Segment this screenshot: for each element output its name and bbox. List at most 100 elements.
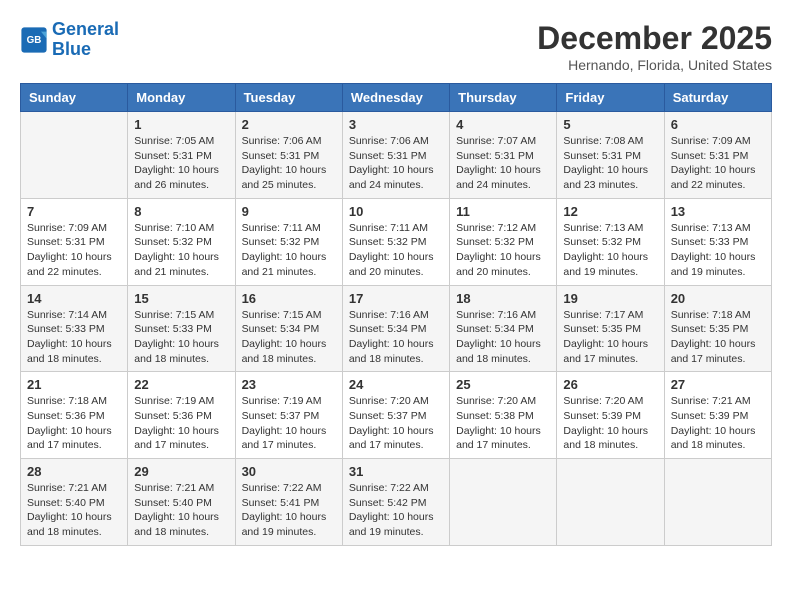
calendar-cell: 21 Sunrise: 7:18 AM Sunset: 5:36 PM Dayli… <box>21 372 128 459</box>
calendar-week-row: 1 Sunrise: 7:05 AM Sunset: 5:31 PM Daylig… <box>21 112 772 199</box>
page-header: GB General Blue December 2025 Hernando, … <box>20 20 772 73</box>
day-number: 16 <box>242 291 336 306</box>
logo: GB General Blue <box>20 20 119 60</box>
day-number: 4 <box>456 117 550 132</box>
day-content: Sunrise: 7:20 AM Sunset: 5:39 PM Dayligh… <box>563 394 657 453</box>
weekday-header: Sunday <box>21 84 128 112</box>
day-content: Sunrise: 7:20 AM Sunset: 5:37 PM Dayligh… <box>349 394 443 453</box>
logo-line1: General <box>52 19 119 39</box>
calendar-cell: 13 Sunrise: 7:13 AM Sunset: 5:33 PM Dayli… <box>664 198 771 285</box>
weekday-header: Monday <box>128 84 235 112</box>
calendar-cell: 24 Sunrise: 7:20 AM Sunset: 5:37 PM Dayli… <box>342 372 449 459</box>
title-block: December 2025 Hernando, Florida, United … <box>537 20 772 73</box>
day-number: 14 <box>27 291 121 306</box>
day-content: Sunrise: 7:05 AM Sunset: 5:31 PM Dayligh… <box>134 134 228 193</box>
weekday-header: Saturday <box>664 84 771 112</box>
calendar-cell: 16Sunrise: 7:15 AM Sunset: 5:34 PM Dayli… <box>235 285 342 372</box>
calendar-cell <box>557 459 664 546</box>
day-content: Sunrise: 7:12 AM Sunset: 5:32 PM Dayligh… <box>456 221 550 280</box>
day-number: 27 <box>671 377 765 392</box>
calendar-cell: 26Sunrise: 7:20 AM Sunset: 5:39 PM Dayli… <box>557 372 664 459</box>
calendar-cell <box>21 112 128 199</box>
calendar-cell: 27 Sunrise: 7:21 AM Sunset: 5:39 PM Dayli… <box>664 372 771 459</box>
day-number: 8 <box>134 204 228 219</box>
calendar-week-row: 28 Sunrise: 7:21 AM Sunset: 5:40 PM Dayli… <box>21 459 772 546</box>
day-content: Sunrise: 7:20 AM Sunset: 5:38 PM Dayligh… <box>456 394 550 453</box>
calendar-cell: 17 Sunrise: 7:16 AM Sunset: 5:34 PM Dayli… <box>342 285 449 372</box>
day-number: 7 <box>27 204 121 219</box>
day-content: Sunrise: 7:15 AM Sunset: 5:33 PM Dayligh… <box>134 308 228 367</box>
day-number: 15 <box>134 291 228 306</box>
weekday-header: Wednesday <box>342 84 449 112</box>
calendar-table: SundayMondayTuesdayWednesdayThursdayFrid… <box>20 83 772 546</box>
calendar-cell: 25 Sunrise: 7:20 AM Sunset: 5:38 PM Dayli… <box>450 372 557 459</box>
day-content: Sunrise: 7:21 AM Sunset: 5:40 PM Dayligh… <box>134 481 228 540</box>
weekday-header: Tuesday <box>235 84 342 112</box>
calendar-title: December 2025 <box>537 20 772 57</box>
day-content: Sunrise: 7:22 AM Sunset: 5:42 PM Dayligh… <box>349 481 443 540</box>
calendar-body: 1 Sunrise: 7:05 AM Sunset: 5:31 PM Daylig… <box>21 112 772 546</box>
day-number: 21 <box>27 377 121 392</box>
calendar-cell <box>450 459 557 546</box>
calendar-cell: 29Sunrise: 7:21 AM Sunset: 5:40 PM Dayli… <box>128 459 235 546</box>
day-content: Sunrise: 7:17 AM Sunset: 5:35 PM Dayligh… <box>563 308 657 367</box>
day-content: Sunrise: 7:14 AM Sunset: 5:33 PM Dayligh… <box>27 308 121 367</box>
day-number: 30 <box>242 464 336 479</box>
day-number: 6 <box>671 117 765 132</box>
day-number: 20 <box>671 291 765 306</box>
calendar-cell: 28 Sunrise: 7:21 AM Sunset: 5:40 PM Dayli… <box>21 459 128 546</box>
day-content: Sunrise: 7:09 AM Sunset: 5:31 PM Dayligh… <box>671 134 765 193</box>
calendar-cell: 12 Sunrise: 7:13 AM Sunset: 5:32 PM Dayli… <box>557 198 664 285</box>
day-content: Sunrise: 7:21 AM Sunset: 5:39 PM Dayligh… <box>671 394 765 453</box>
day-number: 2 <box>242 117 336 132</box>
calendar-cell: 14 Sunrise: 7:14 AM Sunset: 5:33 PM Dayli… <box>21 285 128 372</box>
day-content: Sunrise: 7:06 AM Sunset: 5:31 PM Dayligh… <box>242 134 336 193</box>
day-number: 17 <box>349 291 443 306</box>
day-content: Sunrise: 7:09 AM Sunset: 5:31 PM Dayligh… <box>27 221 121 280</box>
calendar-cell: 11Sunrise: 7:12 AM Sunset: 5:32 PM Dayli… <box>450 198 557 285</box>
day-number: 24 <box>349 377 443 392</box>
calendar-cell: 23Sunrise: 7:19 AM Sunset: 5:37 PM Dayli… <box>235 372 342 459</box>
day-number: 13 <box>671 204 765 219</box>
day-number: 28 <box>27 464 121 479</box>
day-number: 3 <box>349 117 443 132</box>
svg-text:GB: GB <box>27 35 42 46</box>
calendar-cell: 31Sunrise: 7:22 AM Sunset: 5:42 PM Dayli… <box>342 459 449 546</box>
day-content: Sunrise: 7:08 AM Sunset: 5:31 PM Dayligh… <box>563 134 657 193</box>
calendar-subtitle: Hernando, Florida, United States <box>537 57 772 73</box>
calendar-week-row: 7 Sunrise: 7:09 AM Sunset: 5:31 PM Daylig… <box>21 198 772 285</box>
calendar-cell: 22Sunrise: 7:19 AM Sunset: 5:36 PM Dayli… <box>128 372 235 459</box>
calendar-cell: 3 Sunrise: 7:06 AM Sunset: 5:31 PM Daylig… <box>342 112 449 199</box>
day-content: Sunrise: 7:18 AM Sunset: 5:35 PM Dayligh… <box>671 308 765 367</box>
day-content: Sunrise: 7:16 AM Sunset: 5:34 PM Dayligh… <box>456 308 550 367</box>
calendar-cell: 8Sunrise: 7:10 AM Sunset: 5:32 PM Daylig… <box>128 198 235 285</box>
day-number: 18 <box>456 291 550 306</box>
day-content: Sunrise: 7:11 AM Sunset: 5:32 PM Dayligh… <box>242 221 336 280</box>
day-number: 25 <box>456 377 550 392</box>
calendar-cell: 6 Sunrise: 7:09 AM Sunset: 5:31 PM Daylig… <box>664 112 771 199</box>
day-number: 12 <box>563 204 657 219</box>
day-content: Sunrise: 7:06 AM Sunset: 5:31 PM Dayligh… <box>349 134 443 193</box>
day-content: Sunrise: 7:13 AM Sunset: 5:33 PM Dayligh… <box>671 221 765 280</box>
calendar-cell: 18 Sunrise: 7:16 AM Sunset: 5:34 PM Dayli… <box>450 285 557 372</box>
day-number: 23 <box>242 377 336 392</box>
calendar-cell: 7 Sunrise: 7:09 AM Sunset: 5:31 PM Daylig… <box>21 198 128 285</box>
day-number: 5 <box>563 117 657 132</box>
calendar-cell: 30 Sunrise: 7:22 AM Sunset: 5:41 PM Dayli… <box>235 459 342 546</box>
day-content: Sunrise: 7:13 AM Sunset: 5:32 PM Dayligh… <box>563 221 657 280</box>
day-number: 19 <box>563 291 657 306</box>
logo-line2: Blue <box>52 39 91 59</box>
calendar-cell: 1 Sunrise: 7:05 AM Sunset: 5:31 PM Daylig… <box>128 112 235 199</box>
calendar-cell: 15 Sunrise: 7:15 AM Sunset: 5:33 PM Dayli… <box>128 285 235 372</box>
calendar-week-row: 14 Sunrise: 7:14 AM Sunset: 5:33 PM Dayli… <box>21 285 772 372</box>
calendar-cell: 4Sunrise: 7:07 AM Sunset: 5:31 PM Daylig… <box>450 112 557 199</box>
logo-icon: GB <box>20 26 48 54</box>
day-number: 10 <box>349 204 443 219</box>
day-content: Sunrise: 7:21 AM Sunset: 5:40 PM Dayligh… <box>27 481 121 540</box>
day-number: 9 <box>242 204 336 219</box>
day-content: Sunrise: 7:18 AM Sunset: 5:36 PM Dayligh… <box>27 394 121 453</box>
calendar-cell <box>664 459 771 546</box>
day-content: Sunrise: 7:16 AM Sunset: 5:34 PM Dayligh… <box>349 308 443 367</box>
day-number: 1 <box>134 117 228 132</box>
day-content: Sunrise: 7:22 AM Sunset: 5:41 PM Dayligh… <box>242 481 336 540</box>
